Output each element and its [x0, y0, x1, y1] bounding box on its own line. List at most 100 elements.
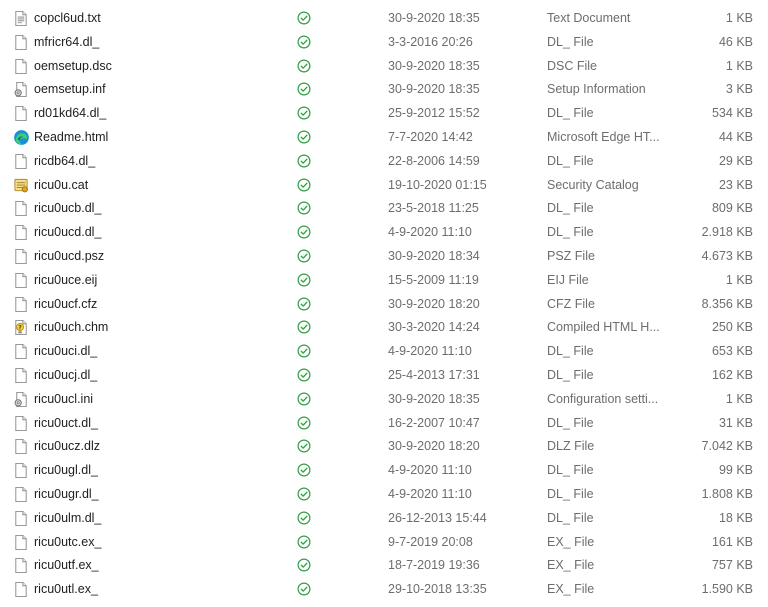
file-row[interactable]: ricu0uct.dl_ 16-2-2007 10:47 DL_ File 31 KB	[0, 412, 768, 435]
file-row[interactable]: rd01kd64.dl_ 25-9-2012 15:52 DL_ File 534 K…	[0, 102, 768, 125]
file-name[interactable]: ricu0utl.ex_	[34, 582, 98, 596]
text-file-icon	[13, 10, 29, 27]
file-row[interactable]: oemsetup.inf 30-9-2020 18:35 Setup Informa…	[0, 78, 768, 101]
svg-text:?: ?	[18, 325, 22, 332]
file-row[interactable]: oemsetup.dsc 30-9-2020 18:35 DSC File 1 KB	[0, 55, 768, 78]
file-row[interactable]: Readme.html 7-7-2020 14:42 Microsoft Edge …	[0, 126, 768, 149]
file-name[interactable]: ricu0ulm.dl_	[34, 511, 101, 525]
file-type: EX_ File	[547, 582, 595, 597]
file-row[interactable]: ricu0uci.dl_ 4-9-2020 11:10 DL_ File 653 KB	[0, 340, 768, 363]
sync-ok-icon	[297, 178, 311, 192]
file-row[interactable]: ricu0ugl.dl_ 4-9-2020 11:10 DL_ File 99 KB	[0, 459, 768, 482]
file-type: DL_ File	[547, 225, 594, 240]
file-size: 1.808 KB	[701, 487, 753, 501]
file-name[interactable]: ricu0ucb.dl_	[34, 201, 101, 215]
generic-file-icon	[13, 248, 29, 265]
edge-browser-icon	[13, 129, 29, 146]
file-size: 809 KB	[711, 201, 753, 216]
file-row[interactable]: ricu0utl.ex_ 29-10-2018 13:35 EX_ File 1.59…	[0, 578, 768, 601]
file-name[interactable]: ricu0u.cat	[34, 178, 88, 192]
file-name[interactable]: oemsetup.dsc	[34, 59, 112, 73]
file-type: DL_ File	[547, 153, 594, 168]
generic-file-icon	[13, 557, 29, 574]
file-size: 1 KB	[725, 11, 753, 25]
file-row[interactable]: ricu0ucd.dl_ 4-9-2020 11:10 DL_ File 2.918 …	[0, 221, 768, 244]
file-row[interactable]: ricdb64.dl_ 22-8-2006 14:59 DL_ File 29 KB	[0, 150, 768, 173]
file-size: 1 KB	[725, 58, 753, 73]
file-date-modified: 30-9-2020 18:35	[388, 58, 480, 73]
generic-file-icon	[13, 224, 29, 241]
file-date-modified: 19-10-2020 01:15	[388, 177, 487, 192]
file-date-modified: 22-8-2006 14:59	[388, 153, 480, 168]
file-name[interactable]: ricdb64.dl_	[34, 154, 95, 168]
file-name[interactable]: ricu0ugl.dl_	[34, 463, 98, 477]
file-row[interactable]: ricu0ucz.dlz 30-9-2020 18:20 DLZ File 7.042…	[0, 435, 768, 458]
file-size: 3 KB	[725, 82, 753, 97]
file-size: 653 KB	[711, 344, 753, 359]
file-type: DL_ File	[547, 368, 594, 382]
file-row[interactable]: copcl6ud.txt 30-9-2020 18:35 Text Document…	[0, 7, 768, 30]
settings-file-icon	[13, 391, 29, 408]
file-row[interactable]: ricu0ucd.psz 30-9-2020 18:34 PSZ File 4.673…	[0, 245, 768, 268]
file-row[interactable]: ricu0u.cat 19-10-2020 01:15 Security Catal…	[0, 174, 768, 197]
file-row[interactable]: ricu0ucb.dl_ 23-5-2018 11:25 DL_ File 809 K…	[0, 197, 768, 220]
file-name[interactable]: ricu0ugr.dl_	[34, 487, 99, 501]
file-name[interactable]: ricu0utc.ex_	[34, 535, 101, 549]
file-name[interactable]: ricu0uct.dl_	[34, 416, 98, 430]
file-date-modified: 23-5-2018 11:25	[388, 201, 479, 216]
file-date-modified: 30-3-2020 14:24	[388, 320, 480, 335]
file-name[interactable]: mfricr64.dl_	[34, 35, 99, 49]
sync-ok-icon	[297, 320, 311, 334]
file-size: 46 KB	[718, 34, 753, 49]
file-date-modified: 4-9-2020 11:10	[388, 463, 472, 478]
settings-file-icon	[13, 81, 29, 98]
sync-ok-icon	[297, 392, 311, 406]
file-name[interactable]: ricu0ucf.cfz	[34, 297, 97, 311]
file-name[interactable]: Readme.html	[34, 130, 108, 144]
file-name[interactable]: ricu0ucz.dlz	[34, 439, 100, 453]
file-size: 99 KB	[718, 463, 753, 478]
file-type: Security Catalog	[547, 177, 639, 192]
security-catalog-icon	[13, 177, 29, 194]
file-name[interactable]: ricu0ucl.ini	[34, 392, 93, 406]
file-type: Configuration setti...	[547, 391, 659, 406]
file-name[interactable]: ricu0ucj.dl_	[34, 368, 97, 382]
file-date-modified: 30-9-2020 18:35	[388, 391, 480, 406]
sync-ok-icon	[297, 249, 311, 263]
file-row[interactable]: ricu0ulm.dl_ 26-12-2013 15:44 DL_ File 18 K…	[0, 507, 768, 530]
file-size: 31 KB	[718, 415, 753, 430]
sync-ok-icon	[297, 487, 311, 501]
file-row[interactable]: ricu0ugr.dl_ 4-9-2020 11:10 DL_ File 1.808 …	[0, 483, 768, 506]
file-name[interactable]: rd01kd64.dl_	[34, 106, 106, 120]
generic-file-icon	[13, 272, 29, 289]
file-list: copcl6ud.txt 30-9-2020 18:35 Text Document…	[0, 0, 768, 607]
sync-ok-icon	[297, 11, 311, 25]
generic-file-icon	[13, 34, 29, 51]
file-name[interactable]: ricu0uci.dl_	[34, 344, 97, 358]
file-date-modified: 29-10-2018 13:35	[388, 582, 487, 597]
file-size: 44 KB	[718, 130, 753, 144]
file-name[interactable]: ricu0ucd.dl_	[34, 225, 101, 239]
generic-file-icon	[13, 153, 29, 170]
generic-file-icon	[13, 58, 29, 75]
generic-file-icon	[13, 105, 29, 122]
file-name[interactable]: copcl6ud.txt	[34, 11, 101, 25]
file-row[interactable]: ricu0uce.eij 15-5-2009 11:19 EIJ File 1 KB	[0, 269, 768, 292]
file-row[interactable]: ricu0utf.ex_ 18-7-2019 19:36 EX_ File 757 K…	[0, 554, 768, 577]
sync-ok-icon	[297, 154, 311, 168]
file-row[interactable]: mfricr64.dl_ 3-3-2016 20:26 DL_ File 46 KB	[0, 31, 768, 54]
file-name[interactable]: oemsetup.inf	[34, 82, 106, 96]
file-row[interactable]: ricu0utc.ex_ 9-7-2019 20:08 EX_ File 161 KB	[0, 531, 768, 554]
generic-file-icon	[13, 510, 29, 527]
file-name[interactable]: ricu0utf.ex_	[34, 558, 99, 572]
file-row[interactable]: ricu0ucj.dl_ 25-4-2013 17:31 DL_ File 162 K…	[0, 364, 768, 387]
sync-ok-icon	[297, 35, 311, 49]
file-row[interactable]: ricu0ucl.ini 30-9-2020 18:35 Configuration…	[0, 388, 768, 411]
file-date-modified: 7-7-2020 14:42	[388, 130, 473, 144]
file-row[interactable]: ? ricu0uch.chm 30-3-2020 14:24 Compiled HTM…	[0, 316, 768, 339]
file-date-modified: 4-9-2020 11:10	[388, 225, 472, 240]
file-name[interactable]: ricu0ucd.psz	[34, 249, 104, 263]
file-row[interactable]: ricu0ucf.cfz 30-9-2020 18:20 CFZ File 8.356…	[0, 293, 768, 316]
file-name[interactable]: ricu0uch.chm	[34, 320, 108, 334]
file-name[interactable]: ricu0uce.eij	[34, 273, 97, 287]
